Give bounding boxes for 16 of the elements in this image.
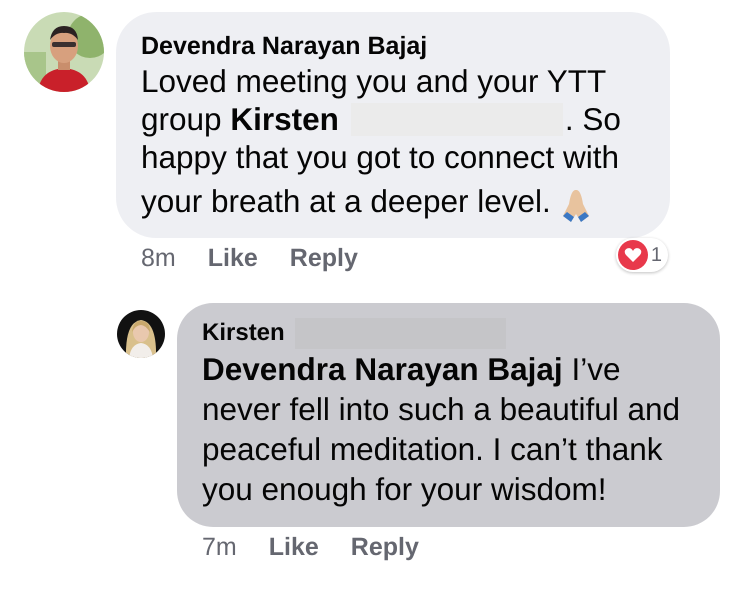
comment-text: your breath at a deeper level. <box>141 182 551 221</box>
comment-text: Devendra Narayan Bajaj I’ve never fell into such a beautiful and peaceful meditation. I can’t thank you enough for your wisdom! <box>202 351 680 507</box>
like-link[interactable]: Like <box>208 244 258 273</box>
timestamp: 7m <box>202 533 237 562</box>
like-link[interactable]: Like <box>268 533 319 562</box>
reply-link[interactable]: Reply <box>350 533 419 562</box>
author-name[interactable]: Devendra Narayan Bajaj <box>141 30 428 62</box>
praying-hands-icon <box>560 188 591 222</box>
comment-text: happy that you got to connect with <box>141 138 620 176</box>
timestamp: 8m <box>141 244 176 273</box>
comment-text: Loved meeting you and your YTT <box>141 62 606 100</box>
author-name[interactable]: Kirsten <box>202 317 285 349</box>
comment-text: . So <box>564 100 621 138</box>
comment-text: group Kirsten <box>141 100 339 138</box>
reply-link[interactable]: Reply <box>290 244 358 273</box>
reaction-badge[interactable]: 1 <box>616 238 668 272</box>
